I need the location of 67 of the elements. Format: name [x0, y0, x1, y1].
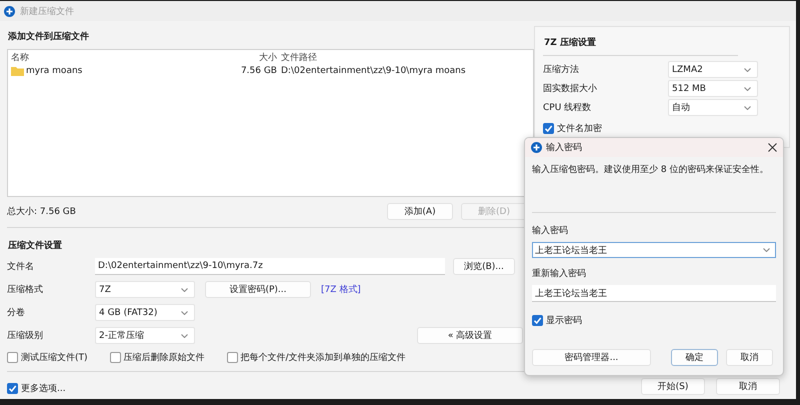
app-icon [4, 6, 15, 16]
chevron-down-icon [181, 334, 188, 338]
advanced-settings-button[interactable]: « 高级设置 [417, 327, 523, 344]
option-label: 更多选项... [21, 382, 66, 395]
cancel-button[interactable]: 取消 [716, 378, 780, 395]
ok-button[interactable]: 确定 [671, 349, 718, 366]
app-icon [531, 142, 542, 153]
total-size: 总大小: 7.56 GB [7, 206, 76, 218]
chevron-down-icon [744, 106, 751, 110]
dropdown[interactable]: 自动 [668, 99, 758, 116]
dropdown[interactable]: 512 MB [668, 80, 758, 97]
dropdown[interactable]: LZMA2 [668, 61, 758, 78]
window-title: 新建压缩文件 [20, 6, 74, 18]
column-header[interactable]: 名称 [8, 50, 207, 64]
password-field[interactable]: 上老王论坛当老王 [532, 242, 776, 258]
set-password-button[interactable]: 设置密码(P)... [205, 281, 311, 298]
chevron-down-icon [763, 248, 770, 252]
add-button[interactable]: 添加(A) [387, 202, 453, 220]
checkbox[interactable] [7, 352, 18, 363]
field-label: 压缩格式 [7, 284, 44, 296]
chevron-down-icon [181, 310, 188, 314]
field-label: 固实数据大小 [543, 82, 597, 95]
option-label: 显示密码 [546, 314, 582, 327]
folder-icon [11, 66, 24, 76]
checkmark-icon [533, 316, 542, 325]
dialog-title: 输入密码 [546, 142, 583, 154]
file-path: D:\02entertainment\zz\9-10\myra moans [280, 66, 466, 76]
section-heading: 压缩文件设置 [7, 239, 63, 253]
checkbox[interactable] [226, 352, 238, 363]
chevron-down-icon [744, 86, 751, 90]
checkmark-icon [8, 384, 17, 393]
chevron-down-icon [181, 288, 188, 292]
dropdown[interactable]: 7Z [95, 281, 195, 298]
filename-field[interactable]: D:\02entertainment\zz\9-10\myra.7z [95, 258, 445, 275]
field-label: 压缩级别 [7, 330, 44, 342]
password-manager-button[interactable]: 密码管理器... [532, 349, 651, 366]
field-label: 重新输入密码 [532, 268, 587, 281]
checkbox[interactable] [532, 315, 543, 326]
cancel-button[interactable]: 取消 [726, 349, 773, 366]
option-label: 测试压缩文件(T) [21, 352, 88, 364]
field-label: CPU 线程数 [543, 102, 592, 114]
file-name[interactable]: myra moans [26, 66, 82, 76]
field-label: 分卷 [7, 306, 26, 319]
field-label: 输入密码 [532, 224, 569, 238]
column-header[interactable]: 文件路径 [277, 50, 317, 64]
browse-button[interactable]: 浏览(B)... [453, 258, 515, 275]
checkmark-icon [544, 124, 553, 133]
field-label: 压缩方法 [543, 64, 579, 76]
option-label: 文件名加密 [557, 122, 602, 135]
start-button[interactable]: 开始(S) [641, 378, 705, 395]
dialog-message: 输入压缩包密码。建议使用至少 8 位的密码来保证安全性。 [532, 164, 770, 177]
dropdown[interactable]: 2-正常压缩 [95, 327, 195, 344]
option-label: 把每个文件/文件夹添加到单独的压缩文件 [240, 352, 406, 364]
close-icon [768, 143, 777, 152]
dropdown[interactable]: 4 GB (FAT32) [95, 304, 195, 321]
checkbox[interactable] [7, 383, 18, 394]
confirm-password-field[interactable]: 上老王论坛当老王 [532, 285, 776, 302]
option-label: 压缩后删除原始文件 [124, 352, 205, 364]
section-heading: 7Z 压缩设置 [543, 36, 597, 50]
file-size: 7.56 GB [240, 66, 277, 76]
chevron-down-icon [744, 68, 751, 72]
column-header[interactable]: 大小 [207, 50, 277, 64]
checkbox[interactable] [110, 352, 121, 363]
format-link[interactable]: [7Z 格式] [321, 283, 361, 296]
field-label: 文件名 [7, 260, 35, 273]
checkbox[interactable] [543, 123, 554, 134]
section-heading: 添加文件到压缩文件 [7, 30, 90, 44]
